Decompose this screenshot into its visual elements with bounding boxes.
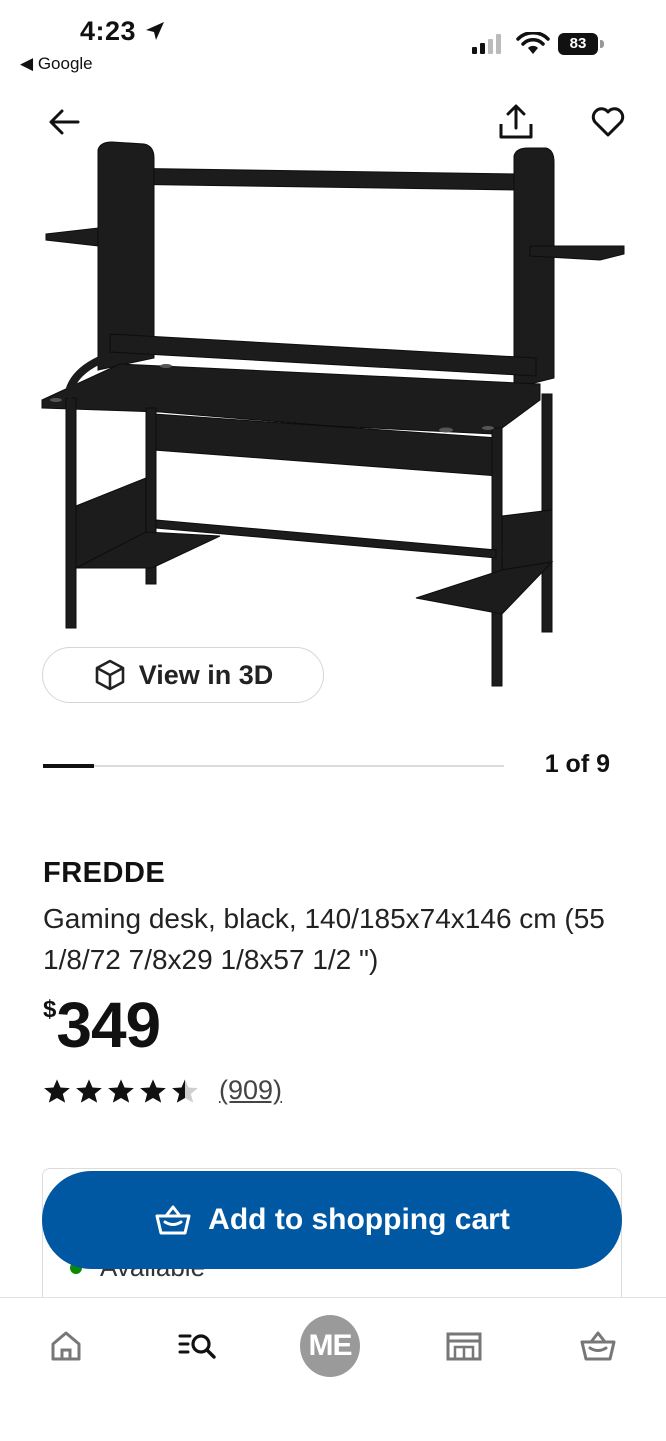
search-list-icon [178, 1334, 216, 1359]
half-star-icon [172, 1078, 198, 1103]
view-in-3d-button[interactable]: View in 3D [42, 647, 324, 703]
gallery-progress-fill [43, 764, 94, 768]
wifi-icon [516, 32, 550, 54]
back-to-app-link[interactable]: ◀ Google [20, 54, 93, 74]
location-arrow-icon [146, 22, 165, 40]
share-button[interactable] [496, 102, 536, 142]
battery-level: 83 [558, 33, 598, 55]
price-currency: $ [43, 996, 57, 1023]
star-icon [44, 1078, 70, 1103]
rating-stars [43, 1078, 199, 1104]
signal-icon [472, 34, 501, 54]
cube-3d-icon [95, 659, 125, 691]
star-icon [108, 1078, 134, 1103]
favorite-button[interactable] [588, 102, 628, 142]
product-brand: FREDDE [43, 857, 166, 889]
status-time: 4:23 [80, 16, 166, 47]
basket-icon [580, 1331, 616, 1361]
nav-search[interactable] [168, 1316, 228, 1376]
nav-stores[interactable] [434, 1316, 494, 1376]
gallery-pager: 1 of 9 [544, 750, 610, 778]
heart-icon [591, 107, 625, 137]
store-icon [446, 1332, 482, 1361]
nav-cart[interactable] [568, 1316, 628, 1376]
nav-home[interactable] [36, 1316, 96, 1376]
back-triangle-icon: ◀ [20, 54, 34, 73]
share-icon [499, 104, 533, 139]
nav-profile[interactable]: ME [300, 1315, 360, 1377]
price-amount: 349 [56, 989, 161, 1061]
gallery-progress-track [43, 765, 504, 767]
arrow-left-icon [49, 109, 80, 135]
battery-tip [600, 40, 604, 48]
shopping-basket-icon [155, 1205, 191, 1235]
home-icon [51, 1331, 81, 1361]
battery-indicator: 83 [558, 33, 606, 55]
star-icon [140, 1078, 166, 1103]
view-in-3d-label: View in 3D [138, 659, 274, 690]
product-description: Gaming desk, black, 140/185x74x146 cm (5… [43, 903, 605, 975]
add-to-cart-button[interactable]: Add to shopping cart [42, 1171, 622, 1269]
add-to-cart-label: Add to shopping cart [208, 1203, 510, 1236]
product-image[interactable] [40, 138, 630, 698]
star-icon [76, 1078, 102, 1103]
bottom-nav: ME [0, 1297, 666, 1441]
avatar: ME [300, 1315, 360, 1377]
product-price: $349 [43, 988, 161, 1062]
review-count-link[interactable]: (909) [219, 1075, 282, 1106]
product-rating[interactable]: (909) [43, 1075, 282, 1106]
back-button[interactable] [44, 102, 84, 142]
